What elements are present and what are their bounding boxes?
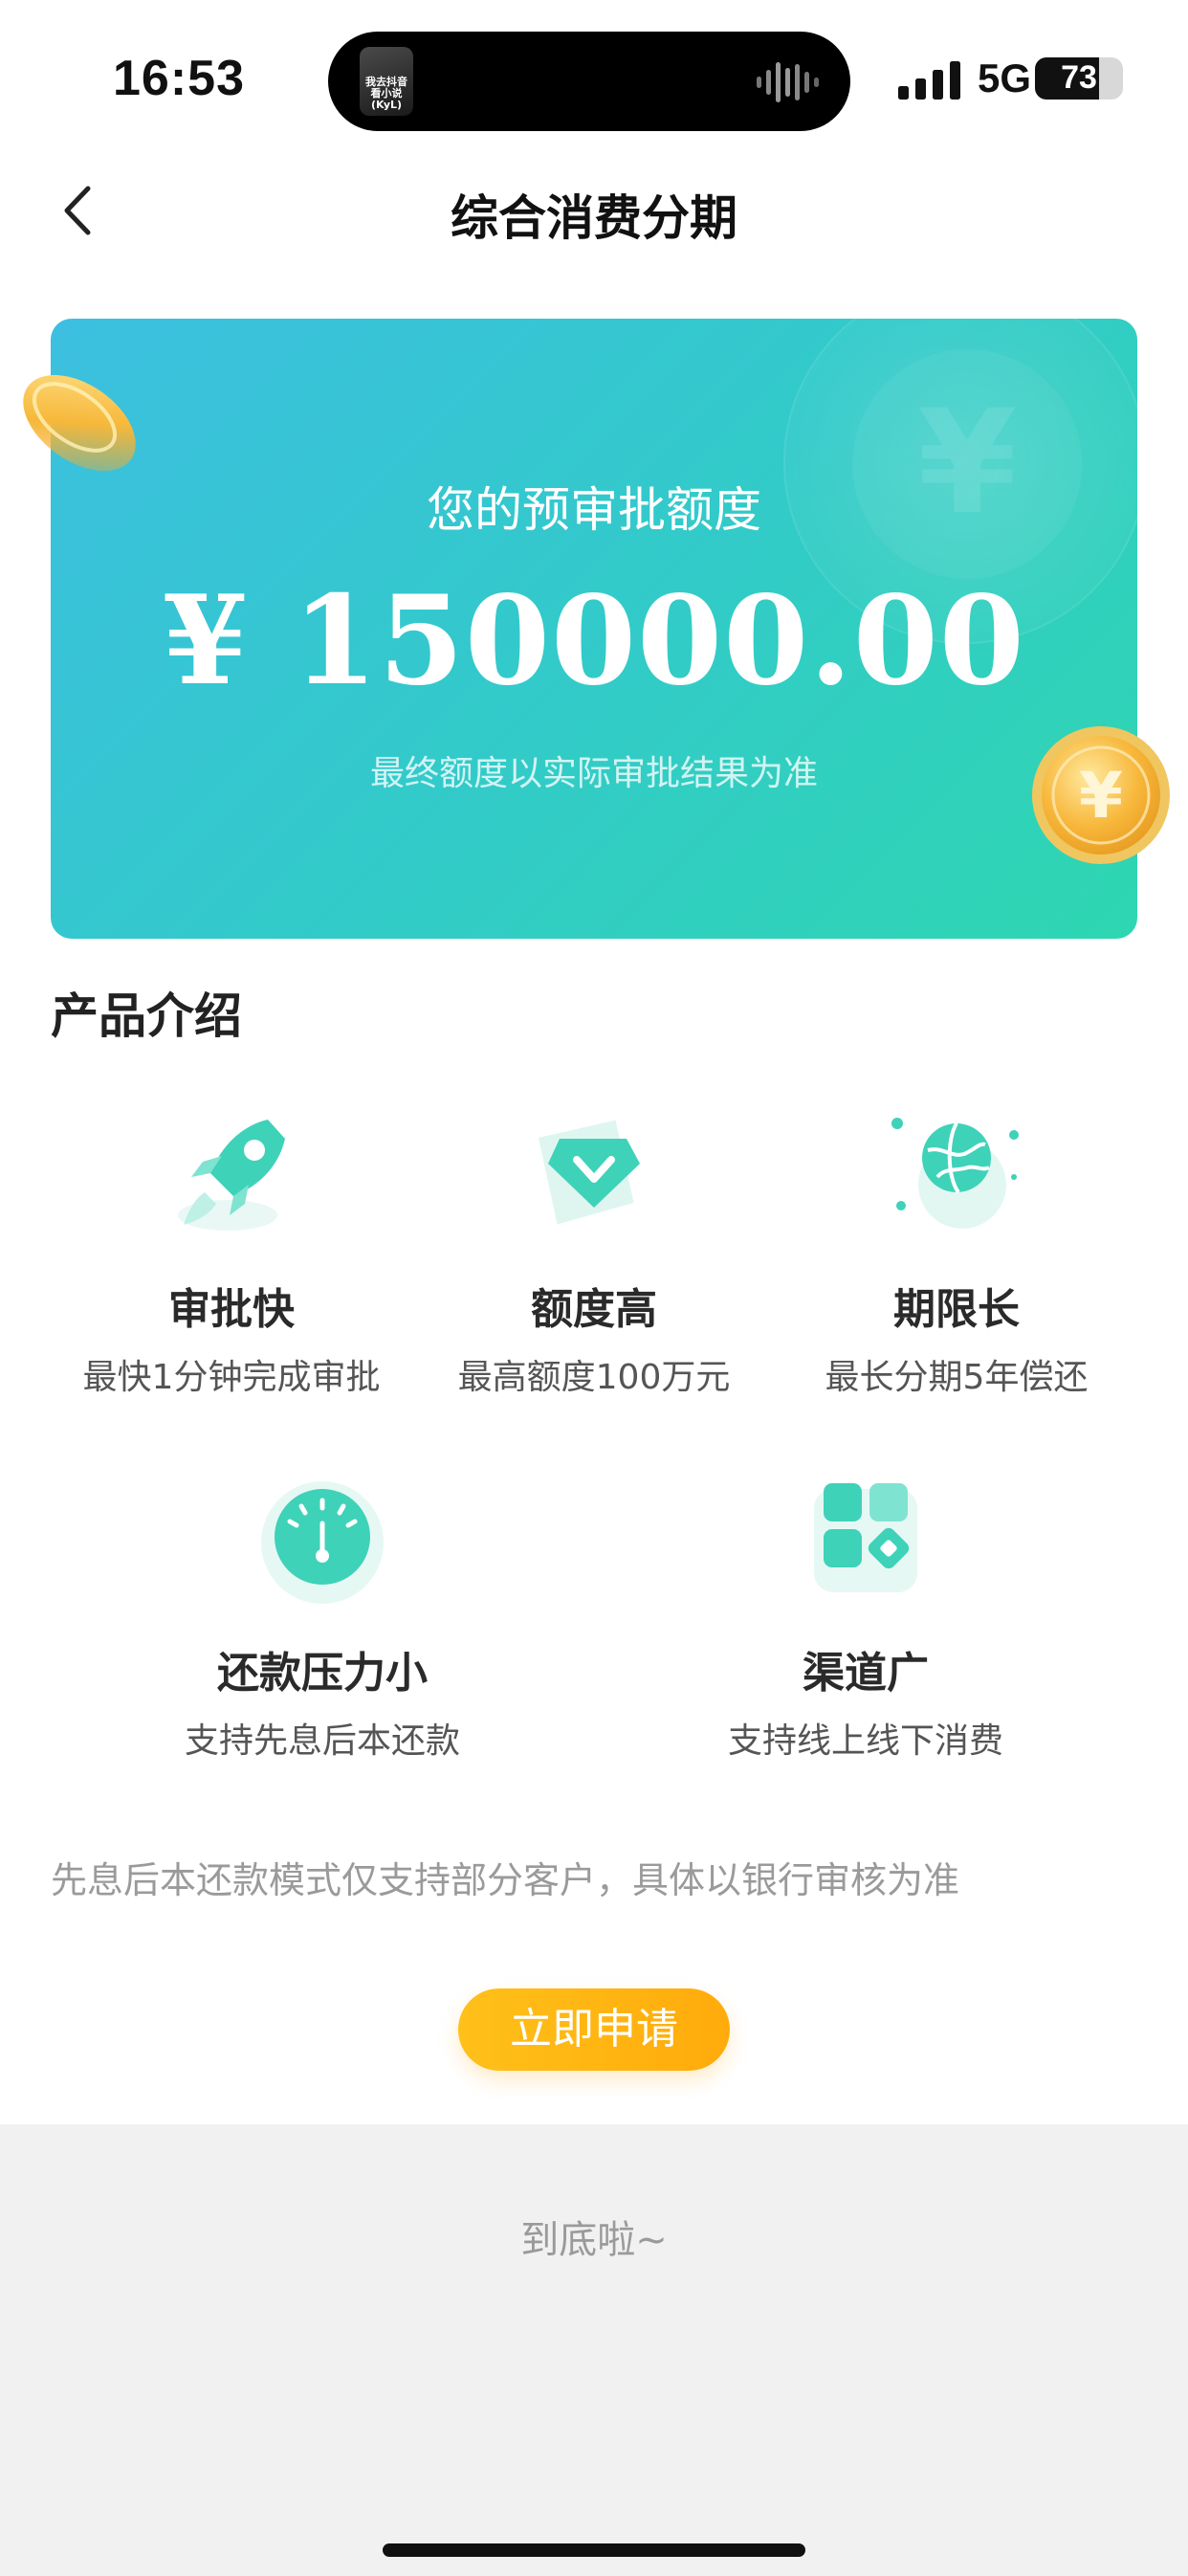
end-of-list-text: 到底啦~ xyxy=(520,2218,668,2262)
globe-icon xyxy=(891,1118,1019,1229)
network-type: 5G xyxy=(978,56,1032,100)
feature-desc: 最高额度100万元 xyxy=(457,1358,731,1397)
battery-percent: 73 xyxy=(1061,59,1097,96)
dynamic-island[interactable]: 我去抖音看小说(KyL) xyxy=(328,32,850,131)
feature-wide-channels: 渠道广 支持线上线下消费 xyxy=(684,1464,1047,1763)
feature-fast-approval: 审批快 最快1分钟完成审批 xyxy=(50,1100,413,1399)
audio-waveform-icon xyxy=(757,62,819,102)
navigation-bar: 综合消费分期 xyxy=(0,153,1188,268)
app-screen: 16:53 我去抖音看小说(KyL) 5G 73 综合消费分期 ¥ 您的预审批额… xyxy=(0,0,1188,2576)
home-indicator[interactable] xyxy=(383,2543,805,2557)
yuan-coin-icon: ¥ xyxy=(1032,726,1170,864)
credit-limit-card: ¥ 您的预审批额度 ¥ 150000.00 最终额度以实际审批结果为准 xyxy=(51,319,1137,939)
status-time: 16:53 xyxy=(113,51,245,106)
apps-grid-icon xyxy=(814,1483,917,1592)
gauge-icon xyxy=(261,1481,384,1604)
feature-desc: 支持线上线下消费 xyxy=(727,1721,1003,1761)
gold-coin-icon xyxy=(23,374,136,472)
feature-title: 额度高 xyxy=(531,1285,657,1334)
feature-title: 审批快 xyxy=(168,1285,295,1334)
section-title: 产品介绍 xyxy=(51,988,242,1044)
feature-long-term: 期限长 最长分期5年偿还 xyxy=(775,1100,1138,1399)
cellular-signal-icon xyxy=(898,61,960,100)
feature-desc: 支持先息后本还款 xyxy=(184,1721,460,1761)
svg-text:¥: ¥ xyxy=(1079,759,1123,833)
pre-approval-amount: ¥ 150000.00 xyxy=(163,569,1025,713)
feature-title: 渠道广 xyxy=(803,1649,929,1698)
battery-icon: 73 xyxy=(1035,57,1123,100)
apply-now-button[interactable]: 立即申请 xyxy=(458,1988,730,2071)
status-bar: 16:53 我去抖音看小说(KyL) 5G 73 xyxy=(0,0,1188,153)
feature-title: 期限长 xyxy=(893,1285,1020,1334)
page-title: 综合消费分期 xyxy=(451,190,737,246)
feature-low-pressure: 还款压力小 支持先息后本还款 xyxy=(141,1464,504,1763)
feature-desc: 最长分期5年偿还 xyxy=(825,1358,1089,1397)
feature-desc: 最快1分钟完成审批 xyxy=(82,1358,381,1397)
repayment-disclaimer: 先息后本还款模式仅支持部分客户，具体以银行审核为准 xyxy=(51,1859,960,1901)
feature-high-limit: 额度高 最高额度100万元 xyxy=(412,1100,776,1399)
pre-approval-label: 您的预审批额度 xyxy=(427,482,761,538)
now-playing-thumbnail-text: 我去抖音看小说(KyL) xyxy=(365,76,407,111)
pre-approval-note: 最终额度以实际审批结果为准 xyxy=(369,754,818,793)
rocket-icon xyxy=(178,1120,285,1231)
footer: 到底啦~ xyxy=(0,2124,1188,2576)
now-playing-thumbnail: 我去抖音看小说(KyL) xyxy=(360,47,413,116)
feature-title: 还款压力小 xyxy=(217,1649,428,1698)
diamond-icon xyxy=(538,1120,640,1225)
